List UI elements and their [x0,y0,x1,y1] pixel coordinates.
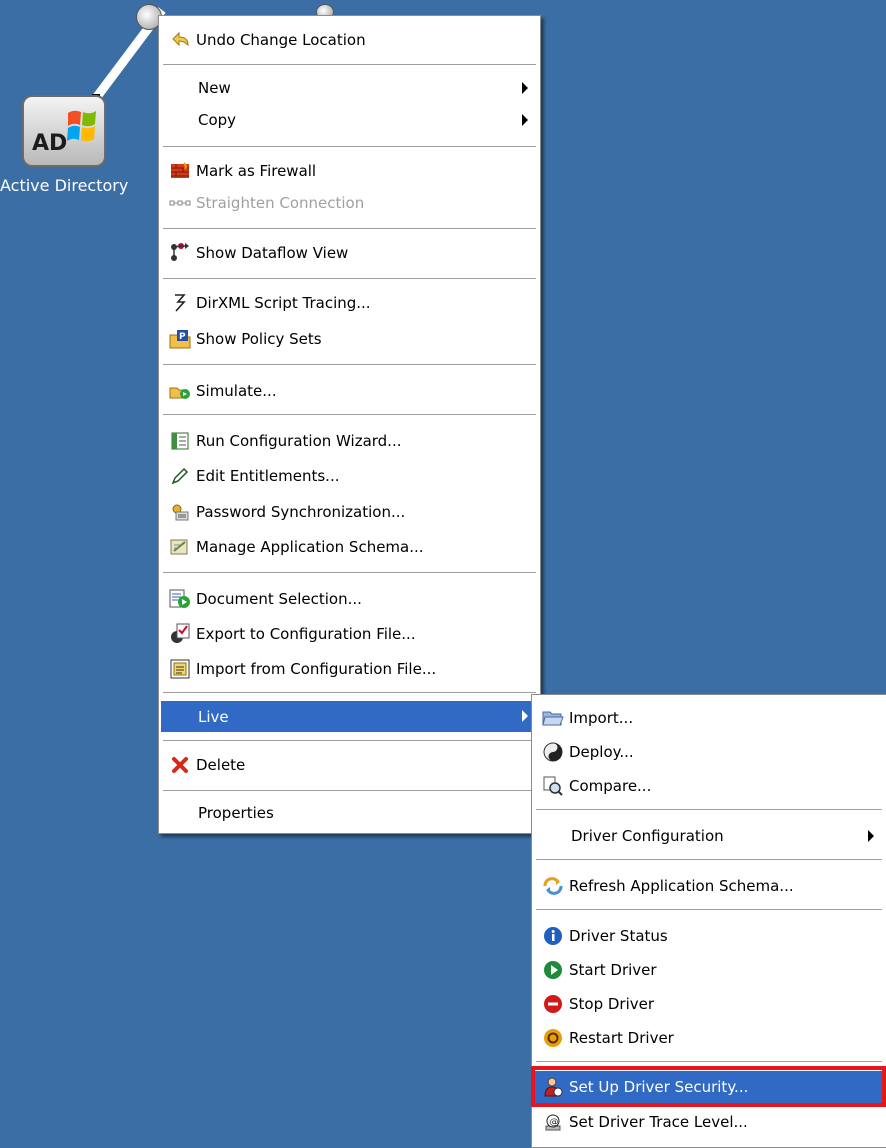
wizard-icon [168,429,192,453]
menu-separator [163,146,536,147]
export-icon [168,622,192,646]
menu-item-mark-as-firewall[interactable]: Mark as Firewall [161,156,538,186]
highlight-annotation-box [531,1066,886,1107]
policy-sets-icon: P [168,327,192,351]
menu-item-simulate[interactable]: Simulate... [161,376,538,406]
submenu-arrow-icon [868,830,874,842]
menu-separator [163,790,536,791]
info-icon [541,924,565,948]
menu-item-undo-change-location[interactable]: Undo Change Location [161,25,538,55]
svg-text:@: @ [550,1118,559,1128]
password-sync-icon [168,500,192,524]
submenu-arrow-icon [522,82,528,94]
submenu-item-driver-status[interactable]: Driver Status [534,921,884,951]
menu-separator [163,364,536,365]
submenu-item-compare[interactable]: Compare... [534,771,884,801]
menu-item-import-from-configuration-file[interactable]: Import from Configuration File... [161,654,538,684]
start-icon [541,958,565,982]
menu-item-new[interactable]: New [161,73,538,103]
active-directory-node[interactable]: AD [22,95,112,170]
menu-item-straighten-connection[interactable]: Straighten Connection [161,188,538,218]
entitlements-icon [168,464,192,488]
menu-item-export-to-configuration-file[interactable]: Export to Configuration File... [161,619,538,649]
deploy-icon [541,740,565,764]
submenu-item-restart-driver[interactable]: Restart Driver [534,1023,884,1053]
menu-separator [163,64,536,65]
menu-separator [536,809,882,810]
firewall-icon [168,159,192,183]
document-icon [168,587,192,611]
menu-item-copy[interactable]: Copy [161,105,538,135]
menu-item-properties[interactable]: Properties [161,798,538,828]
submenu-item-refresh-application-schema[interactable]: Refresh Application Schema... [534,871,884,901]
menu-item-document-selection[interactable]: Document Selection... [161,584,538,614]
menu-item-delete[interactable]: Delete [161,750,538,780]
menu-separator [163,572,536,573]
compare-icon [541,774,565,798]
folder-open-icon [541,706,565,730]
menu-separator [163,228,536,229]
active-directory-icon[interactable]: AD [22,95,106,167]
delete-icon [168,753,192,777]
submenu-item-deploy[interactable]: Deploy... [534,737,884,767]
menu-separator [163,740,536,741]
menu-item-show-dataflow-view[interactable]: Show Dataflow View [161,238,538,268]
submenu-item-start-driver[interactable]: Start Driver [534,955,884,985]
simulate-icon [168,379,192,403]
import-config-icon [168,657,192,681]
menu-separator [536,1061,882,1062]
menu-separator [536,859,882,860]
submenu-arrow-icon [522,114,528,126]
undo-icon [168,28,192,52]
menu-item-edit-entitlements[interactable]: Edit Entitlements... [161,461,538,491]
schema-icon [168,535,192,559]
refresh-schema-icon [541,874,565,898]
straighten-icon [168,191,192,215]
tracing-icon [168,291,192,315]
dataflow-icon [168,241,192,265]
submenu-item-import[interactable]: Import... [534,703,884,733]
node-label: Active Directory [0,176,129,195]
menu-separator [163,692,536,693]
menu-separator [163,278,536,279]
menu-item-run-configuration-wizard[interactable]: Run Configuration Wizard... [161,426,538,456]
submenu-item-stop-driver[interactable]: Stop Driver [534,989,884,1019]
restart-icon [541,1026,565,1050]
menu-item-manage-application-schema[interactable]: Manage Application Schema... [161,532,538,562]
menu-separator [163,414,536,415]
submenu-item-set-driver-trace-level[interactable]: @ Set Driver Trace Level... [534,1107,884,1137]
stop-icon [541,992,565,1016]
menu-item-password-synchronization[interactable]: Password Synchronization... [161,497,538,527]
submenu-item-driver-configuration[interactable]: Driver Configuration [534,821,884,851]
ad-icon-text: AD [32,131,68,156]
menu-item-dirxml-script-tracing[interactable]: DirXML Script Tracing... [161,288,538,318]
menu-separator [536,909,882,910]
trace-level-icon: @ [541,1110,565,1134]
svg-text:P: P [179,332,186,342]
context-menu: Undo Change Location New Copy Mark as Fi… [158,15,541,834]
submenu-arrow-icon [522,710,528,722]
menu-item-show-policy-sets[interactable]: P Show Policy Sets [161,324,538,354]
menu-item-live[interactable]: Live [161,701,538,732]
